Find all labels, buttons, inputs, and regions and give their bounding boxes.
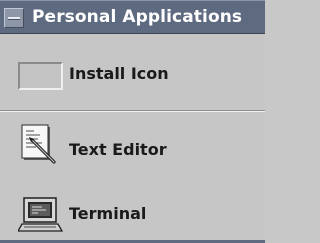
- terminal-label: Terminal: [69, 204, 147, 223]
- minus-icon[interactable]: [4, 8, 24, 28]
- terminal-icon: [18, 197, 64, 232]
- panel-titlebar: Personal Applications: [0, 0, 265, 34]
- install-icon-item[interactable]: Install Icon: [0, 52, 265, 96]
- install-icon-label: Install Icon: [69, 64, 169, 83]
- terminal-item[interactable]: Terminal: [0, 192, 265, 236]
- text-editor-label: Text Editor: [69, 140, 167, 159]
- minus-dash: [8, 17, 20, 20]
- panel-title: Personal Applications: [32, 7, 243, 27]
- panel-separator: [0, 110, 265, 112]
- text-editor-item[interactable]: Text Editor: [0, 124, 265, 172]
- personal-applications-panel: Personal Applications Install Icon Text …: [0, 0, 265, 243]
- text-editor-icon: [21, 124, 56, 164]
- install-drop-target[interactable]: [18, 62, 63, 90]
